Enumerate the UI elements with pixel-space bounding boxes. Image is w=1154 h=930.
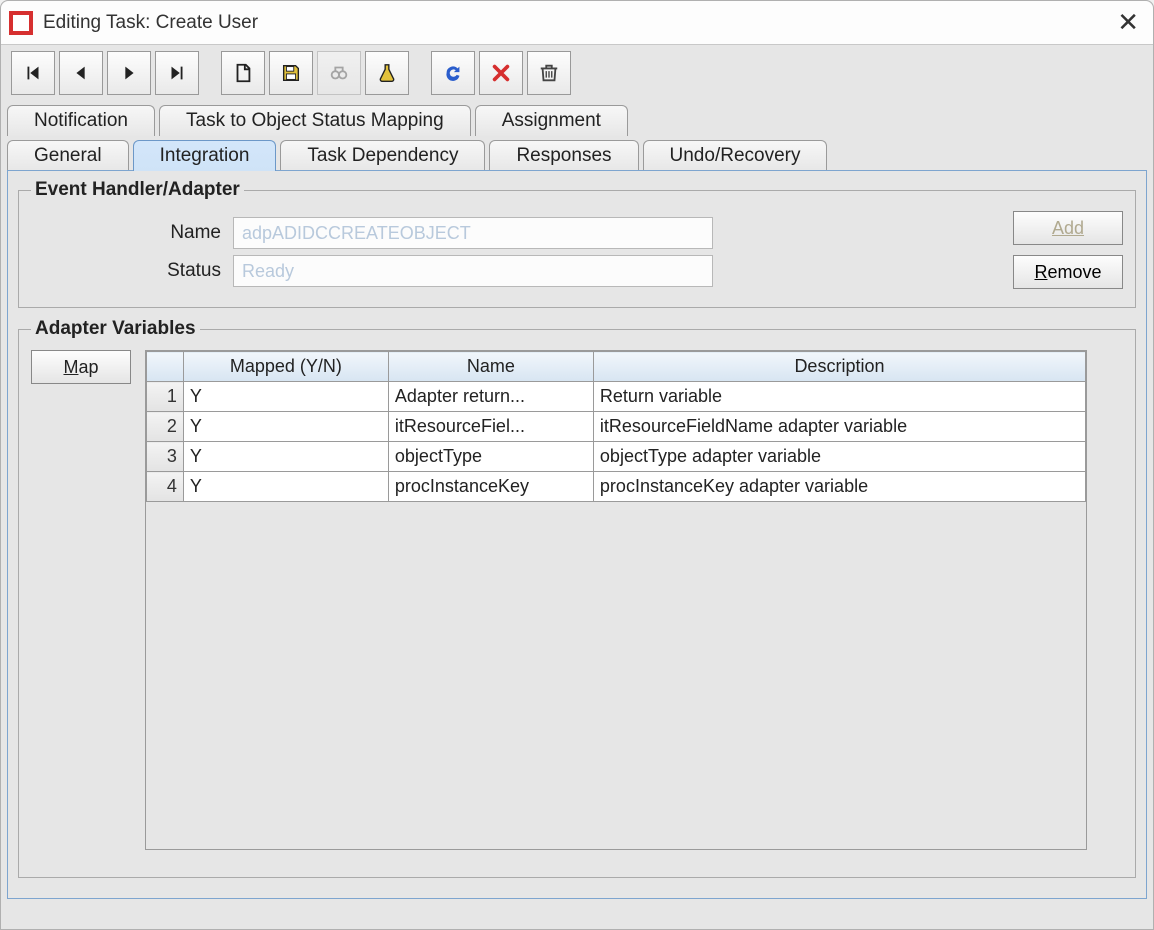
- trash-icon: [538, 62, 560, 84]
- remove-button[interactable]: Remove: [1013, 255, 1123, 289]
- delete-button[interactable]: [479, 51, 523, 95]
- titlebar: Editing Task: Create User ✕: [1, 1, 1153, 45]
- table-row[interactable]: 3YobjectTypeobjectType adapter variable: [147, 442, 1086, 472]
- prev-record-button[interactable]: [59, 51, 103, 95]
- cell-name[interactable]: objectType: [388, 442, 593, 472]
- col-mapped[interactable]: Mapped (Y/N): [183, 352, 388, 382]
- cell-description[interactable]: objectType adapter variable: [593, 442, 1085, 472]
- cell-description[interactable]: Return variable: [593, 382, 1085, 412]
- tabs-area: Notification Task to Object Status Mappi…: [1, 101, 1153, 900]
- last-record-button[interactable]: [155, 51, 199, 95]
- cell-mapped[interactable]: Y: [183, 412, 388, 442]
- table-row[interactable]: 1YAdapter return...Return variable: [147, 382, 1086, 412]
- file-group: [221, 51, 409, 95]
- col-rownum[interactable]: [147, 352, 184, 382]
- refresh-button[interactable]: [431, 51, 475, 95]
- tab-responses[interactable]: Responses: [489, 140, 638, 171]
- table-row[interactable]: 4YprocInstanceKeyprocInstanceKey adapter…: [147, 472, 1086, 502]
- x-delete-icon: [490, 62, 512, 84]
- cell-name[interactable]: Adapter return...: [388, 382, 593, 412]
- tab-row-2: General Integration Task Dependency Resp…: [7, 140, 1147, 171]
- adapter-variables-legend: Adapter Variables: [31, 318, 200, 340]
- cell-name[interactable]: itResourceFiel...: [388, 412, 593, 442]
- table-row[interactable]: 2YitResourceFiel...itResourceFieldName a…: [147, 412, 1086, 442]
- save-button[interactable]: [269, 51, 313, 95]
- tab-content-integration: Event Handler/Adapter Name Status: [7, 170, 1147, 899]
- last-icon: [166, 62, 188, 84]
- window-title: Editing Task: Create User: [43, 12, 1111, 34]
- row-number: 3: [147, 442, 184, 472]
- tab-task-dependency[interactable]: Task Dependency: [280, 140, 485, 171]
- nav-group: [11, 51, 199, 95]
- action-group: [431, 51, 571, 95]
- new-button[interactable]: [221, 51, 265, 95]
- tab-assignment[interactable]: Assignment: [475, 105, 628, 136]
- status-input[interactable]: [233, 255, 713, 287]
- tab-row-1: Notification Task to Object Status Mappi…: [7, 105, 1147, 136]
- cell-mapped[interactable]: Y: [183, 382, 388, 412]
- cell-description[interactable]: itResourceFieldName adapter variable: [593, 412, 1085, 442]
- name-input[interactable]: [233, 217, 713, 249]
- trash-button[interactable]: [527, 51, 571, 95]
- adapter-variables-group: Adapter Variables Map Mapped (Y/N) Name: [18, 318, 1136, 878]
- query-button[interactable]: [365, 51, 409, 95]
- row-number: 2: [147, 412, 184, 442]
- row-number: 4: [147, 472, 184, 502]
- oracle-app-icon: [9, 11, 33, 35]
- close-icon[interactable]: ✕: [1111, 7, 1145, 38]
- tab-notification[interactable]: Notification: [7, 105, 155, 136]
- map-button[interactable]: Map: [31, 350, 131, 384]
- window-root: Editing Task: Create User ✕: [0, 0, 1154, 930]
- row-number: 1: [147, 382, 184, 412]
- first-icon: [22, 62, 44, 84]
- cell-name[interactable]: procInstanceKey: [388, 472, 593, 502]
- first-record-button[interactable]: [11, 51, 55, 95]
- tab-task-to-object-status-mapping[interactable]: Task to Object Status Mapping: [159, 105, 471, 136]
- col-name[interactable]: Name: [388, 352, 593, 382]
- variables-table-wrap: Mapped (Y/N) Name Description 1YAdapter …: [145, 350, 1087, 850]
- refresh-icon: [442, 62, 464, 84]
- event-handler-group: Event Handler/Adapter Name Status: [18, 179, 1136, 308]
- col-description[interactable]: Description: [593, 352, 1085, 382]
- next-icon: [118, 62, 140, 84]
- cell-mapped[interactable]: Y: [183, 472, 388, 502]
- cell-mapped[interactable]: Y: [183, 442, 388, 472]
- cell-description[interactable]: procInstanceKey adapter variable: [593, 472, 1085, 502]
- tab-integration[interactable]: Integration: [133, 140, 277, 171]
- tab-general[interactable]: General: [7, 140, 129, 171]
- status-label: Status: [31, 260, 221, 282]
- save-icon: [280, 62, 302, 84]
- toolbar: [1, 45, 1153, 101]
- next-record-button[interactable]: [107, 51, 151, 95]
- prev-icon: [70, 62, 92, 84]
- flask-icon: [376, 62, 398, 84]
- new-doc-icon: [232, 62, 254, 84]
- name-label: Name: [31, 222, 221, 244]
- binoculars-icon: [328, 62, 350, 84]
- add-button[interactable]: Add: [1013, 211, 1123, 245]
- event-handler-legend: Event Handler/Adapter: [31, 179, 244, 201]
- variables-table: Mapped (Y/N) Name Description 1YAdapter …: [146, 351, 1086, 502]
- tab-undo-recovery[interactable]: Undo/Recovery: [643, 140, 828, 171]
- find-button[interactable]: [317, 51, 361, 95]
